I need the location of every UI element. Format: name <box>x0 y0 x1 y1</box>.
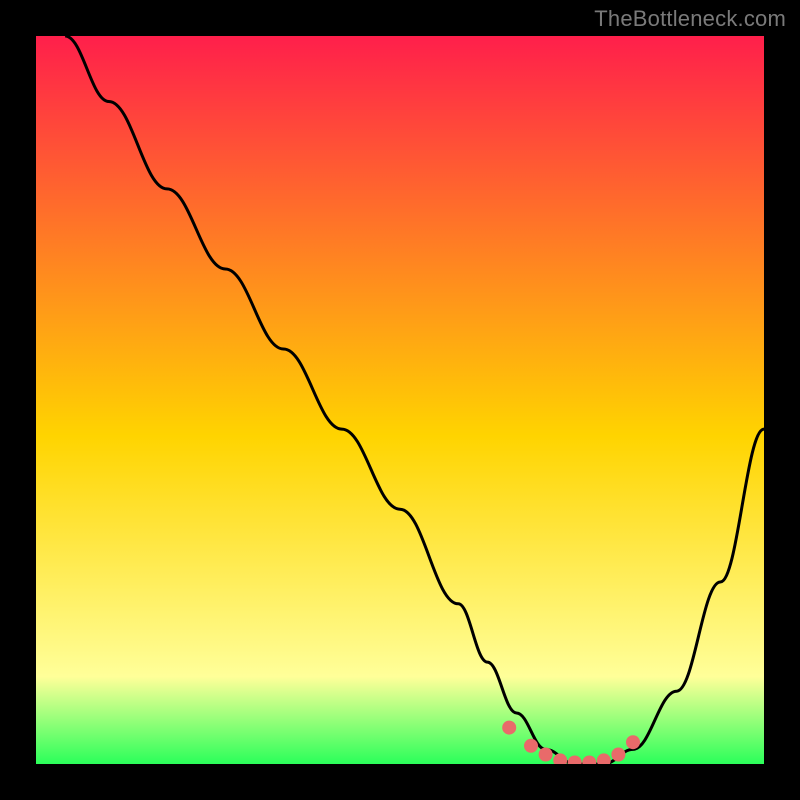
marker-dot <box>502 721 516 735</box>
marker-dot <box>626 735 640 749</box>
plot-background <box>36 36 764 764</box>
bottleneck-chart <box>36 36 764 764</box>
marker-dot <box>539 748 553 762</box>
chart-frame: TheBottleneck.com <box>0 0 800 800</box>
marker-dot <box>524 739 538 753</box>
marker-dot <box>611 748 625 762</box>
watermark-text: TheBottleneck.com <box>594 6 786 32</box>
